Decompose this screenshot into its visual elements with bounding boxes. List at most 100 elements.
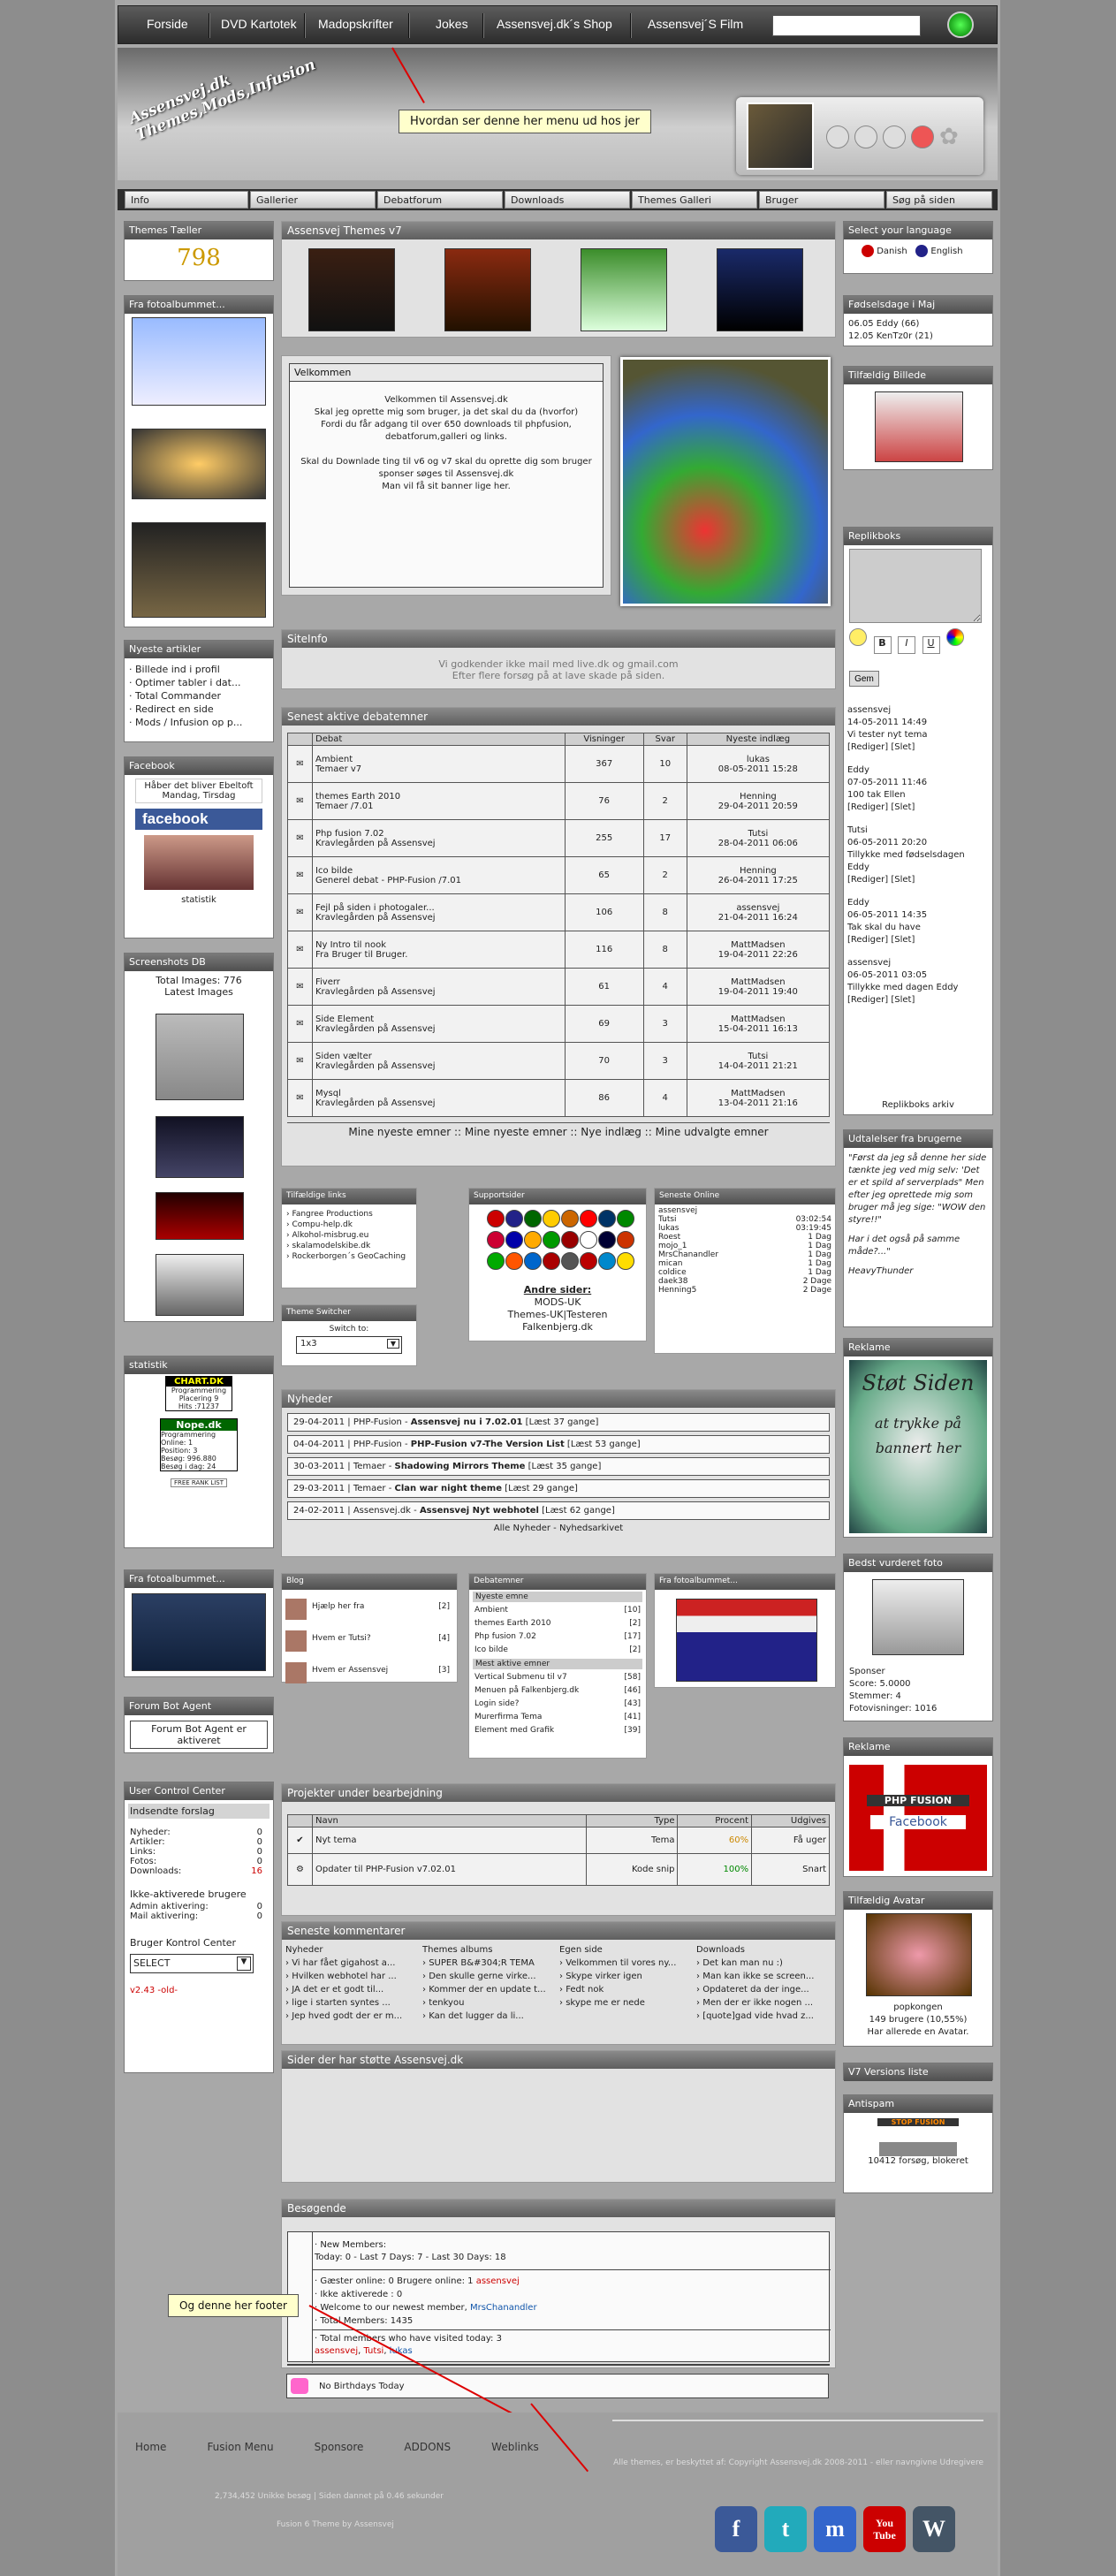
thread-forum[interactable]: Temaer v7 — [315, 764, 562, 774]
photo-thumbnail[interactable] — [132, 1593, 266, 1671]
language-english[interactable]: English — [915, 245, 963, 257]
nav2-info[interactable]: Info — [125, 191, 248, 209]
go-icon[interactable] — [947, 11, 974, 38]
stoet-siden-banner[interactable]: Støt Siden at trykke på bannert her — [849, 1360, 987, 1533]
flag-icon[interactable] — [561, 1210, 579, 1227]
flag-icon[interactable] — [543, 1231, 560, 1249]
thread-title[interactable]: Fejl på siden i photogaler... — [315, 903, 562, 913]
flag-icon[interactable] — [524, 1252, 542, 1270]
ucc-select[interactable]: SELECT ▼ — [130, 1954, 254, 1973]
comment-link[interactable]: › SUPER B&#304;R TEMA — [422, 1957, 555, 1970]
flag-icon[interactable] — [524, 1210, 542, 1227]
nav2-debatforum[interactable]: Debatforum — [377, 191, 503, 209]
antispam-badge[interactable]: STOP FUSION — [877, 2118, 959, 2126]
photo-thumbnail[interactable] — [132, 522, 266, 618]
flag-icon[interactable] — [543, 1252, 560, 1270]
photo-thumbnail[interactable] — [676, 1599, 817, 1682]
facebook-logo[interactable]: facebook — [135, 809, 262, 830]
online-user[interactable]: lukas 03:19:45 — [658, 1224, 831, 1233]
topic-item[interactable]: Menuen på Falkenbjerg.dk [46] — [474, 1684, 641, 1698]
topic-item[interactable]: Element med Grafik [39] — [474, 1724, 641, 1737]
table-row[interactable]: ✉ Siden vælter Kravlegården på Assensvej 70… — [287, 1042, 831, 1080]
footer-link[interactable]: ADDONS — [404, 2441, 451, 2453]
blog-item[interactable]: Hjælp her fra [2] — [285, 1599, 453, 1625]
comment-link[interactable]: › Hvilken webhotel har ... — [285, 1970, 418, 1983]
link-item[interactable]: › Compu-help.dk — [286, 1220, 412, 1230]
table-row[interactable]: ✉ Fejl på siden i photogaler... Kravlegård… — [287, 893, 831, 931]
nav2-gallerier[interactable]: Gallerier — [250, 191, 376, 209]
last-post-cell[interactable]: Henning 26-04-2011 17:25 — [686, 856, 831, 894]
smiley-icon[interactable] — [849, 628, 867, 646]
article-link[interactable]: · Billede ind i profil — [129, 663, 269, 676]
nav2-downloads[interactable]: Downloads — [505, 191, 630, 209]
news-item[interactable]: 04-04-2011 | PHP-Fusion - PHP-Fusion v7-… — [287, 1435, 830, 1454]
best-photo-thumb[interactable] — [872, 1579, 964, 1655]
twitter-icon[interactable]: t — [764, 2506, 807, 2552]
thread-cell[interactable]: Php fusion 7.02 Kravlegården på Assensvej — [312, 819, 566, 857]
online-user-link[interactable]: assensvej — [476, 2276, 520, 2286]
thread-title[interactable]: Ambient — [315, 755, 562, 764]
thread-title[interactable]: Side Element — [315, 1014, 562, 1024]
facebook-icon[interactable]: f — [715, 2506, 757, 2552]
photo-thumbnail[interactable] — [132, 317, 266, 406]
settings-icon[interactable] — [826, 125, 849, 148]
thread-title[interactable]: Mysql — [315, 1089, 562, 1098]
link-item[interactable]: › Rockerborgen´s GeoCaching — [286, 1251, 412, 1262]
theme-thumb[interactable] — [308, 248, 395, 331]
thread-title[interactable]: themes Earth 2010 — [315, 792, 562, 802]
theme-thumb[interactable] — [581, 248, 667, 331]
flag-icon[interactable] — [505, 1210, 523, 1227]
table-row[interactable]: ✉ Mysql Kravlegården på Assensvej 86 4 MattMa… — [287, 1079, 831, 1117]
footer-link[interactable]: Weblinks — [491, 2441, 539, 2453]
comment-link[interactable]: › Vi har fået gigahost a... — [285, 1957, 418, 1970]
support-link[interactable]: MODS-UK — [469, 1296, 646, 1309]
comment-link[interactable]: › Det kan man nu :) — [696, 1957, 829, 1970]
thread-forum[interactable]: Kravlegården på Assensvej — [315, 1024, 562, 1034]
news-item[interactable]: 29-04-2011 | PHP-Fusion - Assensvej nu i… — [287, 1413, 830, 1432]
topic-item[interactable]: Ico bilde [2] — [474, 1644, 641, 1657]
flag-icon[interactable] — [524, 1231, 542, 1249]
comment-link[interactable]: › Fedt nok — [559, 1983, 692, 1996]
shout-actions[interactable]: [Rediger] [Slet] — [847, 994, 989, 1007]
table-row[interactable]: ✉ Php fusion 7.02 Kravlegården på Assensve… — [287, 819, 831, 857]
thread-cell[interactable]: themes Earth 2010 Temaer /7.01 — [312, 782, 566, 820]
theme-select[interactable]: 1x3 ▼ — [296, 1336, 402, 1354]
online-user[interactable]: daek38 2 Dage — [658, 1277, 831, 1286]
flag-icon[interactable] — [598, 1252, 616, 1270]
flag-icon[interactable] — [580, 1252, 597, 1270]
thread-forum[interactable]: Kravlegården på Assensvej — [315, 1098, 562, 1108]
thread-forum[interactable]: Kravlegården på Assensvej — [315, 839, 562, 848]
comment-link[interactable]: › Velkommen til vores ny... — [559, 1957, 692, 1970]
shoutbox-archive-link[interactable]: Replikboks arkiv — [844, 1100, 992, 1110]
thread-cell[interactable]: Fejl på siden i photogaler... Kravlegårde… — [312, 893, 566, 931]
table-row[interactable]: ✉ Fiverr Kravlegården på Assensvej 61 4 MattM… — [287, 968, 831, 1006]
thread-cell[interactable]: Ny Intro til nook Fra Bruger til Bruger. — [312, 931, 566, 969]
comment-link[interactable]: › skype me er nede — [559, 1996, 692, 2010]
link-item[interactable]: › Fangree Productions — [286, 1209, 412, 1220]
online-user[interactable]: assensvej — [658, 1206, 831, 1215]
comment-link[interactable]: › Skype virker igen — [559, 1970, 692, 1983]
news-footer-links[interactable]: Alle Nyheder - Nyhedsarkivet — [287, 1524, 830, 1533]
topnav-forside[interactable]: Forside — [147, 17, 188, 31]
thread-title[interactable]: Siden vælter — [315, 1052, 562, 1061]
topic-item[interactable]: themes Earth 2010 [2] — [474, 1617, 641, 1630]
shout-actions[interactable]: [Rediger] [Slet] — [847, 874, 989, 886]
comment-link[interactable]: › Men der er ikke nogen ... — [696, 1996, 829, 2010]
flag-icon[interactable] — [561, 1231, 579, 1249]
comment-link[interactable]: › Man kan ikke se screen... — [696, 1970, 829, 1983]
online-user[interactable]: Tutsi 03:02:54 — [658, 1215, 831, 1224]
thread-title[interactable]: Ico bilde — [315, 866, 562, 876]
user-icon[interactable] — [883, 125, 906, 148]
article-link[interactable]: · Total Commander — [129, 689, 269, 703]
thread-title[interactable]: Fiverr — [315, 977, 562, 987]
online-user[interactable]: mican 1 Dag — [658, 1259, 831, 1268]
nav2-bruger[interactable]: Bruger — [759, 191, 884, 209]
flag-icon[interactable] — [598, 1210, 616, 1227]
shout-actions[interactable]: [Rediger] [Slet] — [847, 741, 989, 754]
comment-link[interactable]: › Kan det lugger da li... — [422, 2010, 555, 2023]
flag-icon[interactable] — [580, 1210, 597, 1227]
table-row[interactable]: ✉ Ico bilde Generel debat - PHP-Fusion /7.… — [287, 856, 831, 894]
random-picture[interactable] — [875, 391, 963, 462]
topic-item[interactable]: Ambient [10] — [474, 1604, 641, 1617]
online-user[interactable]: Henning5 2 Dage — [658, 1286, 831, 1295]
